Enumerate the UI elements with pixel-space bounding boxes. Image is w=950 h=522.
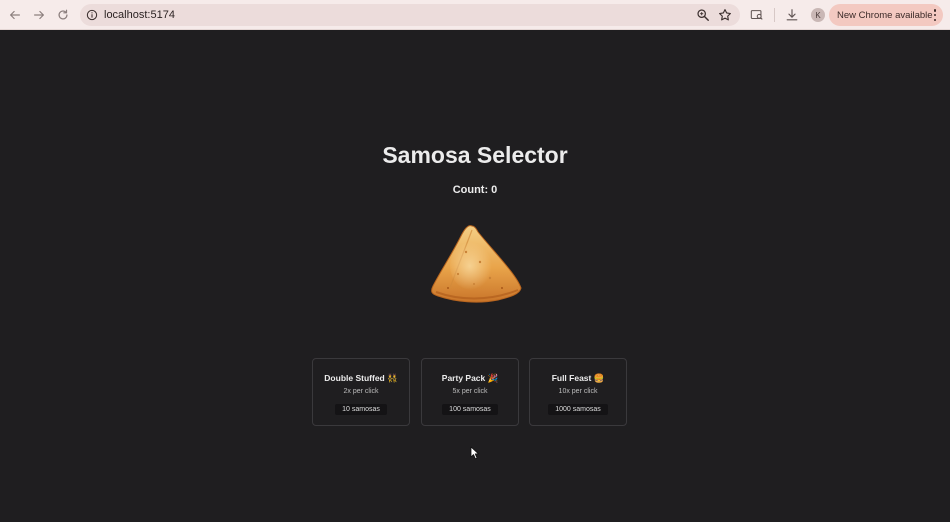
app-page: Samosa Selector Count: 0 Double Stuffed … [0,30,950,522]
back-button[interactable] [4,4,26,26]
upgrade-title: Full Feast 🍔 [551,373,605,383]
arrow-right-icon [34,10,44,19]
upgrade-card-full-feast[interactable]: Full Feast 🍔 10x per click 1000 samosas [529,358,627,426]
more-menu-icon[interactable] [933,9,937,21]
zoom-icon[interactable] [696,8,710,22]
tab-search-icon [750,10,763,20]
profile-button[interactable]: K [807,4,829,26]
upgrade-title: Double Stuffed 👯 [324,373,398,383]
toolbar-divider [774,8,775,22]
update-label: New Chrome available [837,9,933,21]
reload-icon [58,9,68,20]
chrome-update-button[interactable]: New Chrome available [829,4,943,26]
browser-toolbar: localhost:5174 K New Chrome available [0,0,950,30]
site-info-icon[interactable] [86,9,98,21]
downloads-button[interactable] [781,4,803,26]
reload-button[interactable] [52,4,74,26]
samosa-icon[interactable] [428,222,524,308]
toolbar-actions: K [746,4,833,26]
page-title: Samosa Selector [382,142,568,168]
forward-button[interactable] [28,4,50,26]
upgrade-cards: Double Stuffed 👯 2x per click 10 samosas… [312,358,628,426]
address-bar[interactable]: localhost:5174 [80,4,740,26]
upgrade-cost-button[interactable]: 10 samosas [335,404,387,415]
mouse-cursor-icon [470,446,479,460]
upgrade-card-party-pack[interactable]: Party Pack 🎉 5x per click 100 samosas [421,358,519,426]
address-url[interactable]: localhost:5174 [104,9,696,21]
bookmark-star-icon[interactable] [718,8,732,22]
download-icon [786,9,798,21]
tab-search-button[interactable] [746,4,768,26]
upgrade-cost-button[interactable]: 100 samosas [442,404,498,415]
upgrade-rate: 10x per click [558,388,598,395]
samosa-count: Count: 0 [452,184,498,196]
avatar: K [811,8,825,22]
upgrade-rate: 2x per click [343,388,379,395]
upgrade-card-double-stuffed[interactable]: Double Stuffed 👯 2x per click 10 samosas [312,358,410,426]
upgrade-title: Party Pack 🎉 [441,373,499,383]
upgrade-rate: 5x per click [452,388,488,395]
arrow-left-icon [10,10,20,19]
upgrade-cost-button[interactable]: 1000 samosas [548,404,608,415]
